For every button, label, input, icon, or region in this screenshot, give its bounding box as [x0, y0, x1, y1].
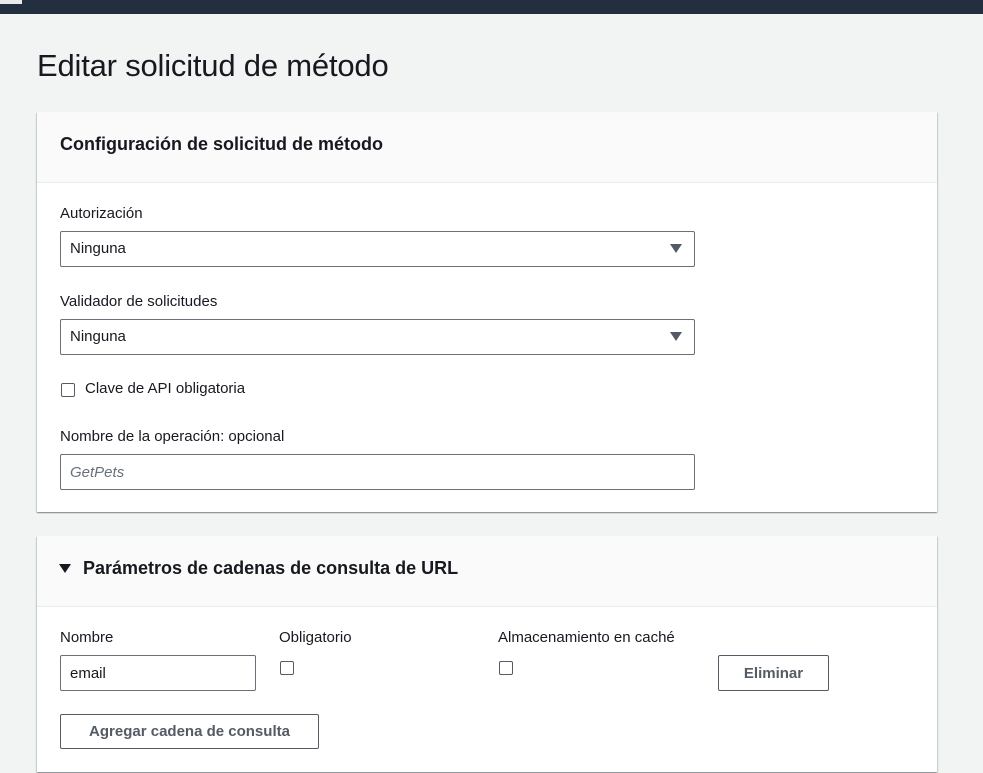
- column-header-required: Obligatorio: [279, 629, 352, 646]
- panel-title: Configuración de solicitud de método: [60, 134, 384, 154]
- aws-logo[interactable]: [0, 0, 22, 4]
- caret-down-icon[interactable]: [59, 564, 71, 573]
- page-title: Editar solicitud de método: [37, 48, 389, 83]
- caret-down-icon: [670, 332, 682, 341]
- column-header-caching: Almacenamiento en caché: [498, 629, 675, 646]
- add-query-string-button[interactable]: Agregar cadena de consulta: [60, 714, 319, 749]
- method-request-settings-panel: Configuración de solicitud de método Aut…: [37, 112, 937, 512]
- panel-title: Parámetros de cadenas de consulta de URL: [83, 558, 459, 578]
- query-param-name-input[interactable]: [60, 655, 256, 691]
- top-navigation-bar: [0, 0, 983, 14]
- api-key-required-label: Clave de API obligatoria: [85, 380, 246, 397]
- request-validator-label: Validador de solicitudes: [60, 293, 218, 310]
- api-key-required-checkbox[interactable]: [61, 383, 75, 397]
- authorization-label: Autorización: [60, 205, 143, 222]
- operation-name-input[interactable]: [60, 454, 695, 490]
- operation-name-label: Nombre de la operación: opcional: [60, 428, 285, 445]
- query-param-caching-checkbox[interactable]: [499, 661, 513, 675]
- panel-header: Configuración de solicitud de método: [37, 112, 937, 183]
- request-validator-select-value: Ninguna: [70, 328, 126, 345]
- request-validator-select[interactable]: Ninguna: [60, 319, 695, 355]
- url-query-params-panel: Parámetros de cadenas de consulta de URL…: [37, 536, 937, 772]
- caret-down-icon: [670, 244, 682, 253]
- authorization-select-value: Ninguna: [70, 240, 126, 257]
- panel-header[interactable]: Parámetros de cadenas de consulta de URL: [37, 536, 937, 607]
- query-param-required-checkbox[interactable]: [280, 661, 294, 675]
- authorization-select[interactable]: Ninguna: [60, 231, 695, 267]
- remove-query-param-button[interactable]: Eliminar: [718, 655, 829, 691]
- column-header-name: Nombre: [60, 629, 114, 646]
